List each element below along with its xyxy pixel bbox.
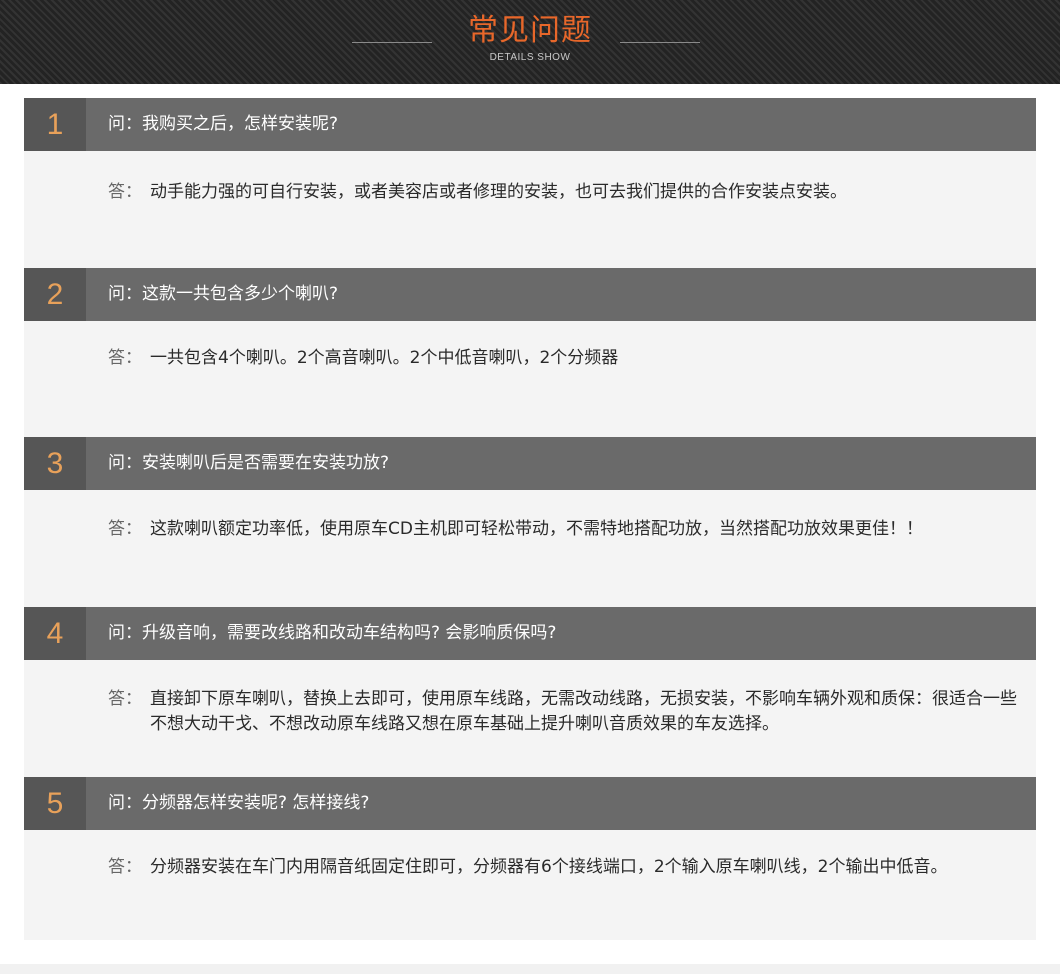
- header-divider-right: [620, 42, 700, 43]
- question-number: 2: [24, 268, 86, 321]
- answer-text: 这款喇叭额定功率低，使用原车CD主机即可轻松带动，不需特地搭配功放，当然搭配功放…: [150, 519, 923, 539]
- page-title: 常见问题: [468, 13, 592, 48]
- question-number: 4: [24, 607, 86, 660]
- question-text: 问：我购买之后，怎样安装呢?: [108, 114, 339, 134]
- question-bar: 4 问：升级音响，需要改线路和改动车结构吗? 会影响质保吗?: [24, 607, 1036, 660]
- question-bar: 1 问：我购买之后，怎样安装呢?: [24, 98, 1036, 151]
- answer-prefix: 答：: [108, 689, 142, 709]
- faq-panel: 1 问：我购买之后，怎样安装呢? 答： 动手能力强的可自行安装，或者美容店或者修…: [24, 98, 1036, 940]
- answer-prefix: 答：: [108, 857, 142, 877]
- answer-prefix: 答：: [108, 519, 142, 539]
- bottom-divider: [0, 964, 1060, 974]
- question-number: 5: [24, 777, 86, 830]
- page-subtitle: DETAILS SHOW: [489, 52, 571, 63]
- answer-text: 直接卸下原车喇叭，替换上去即可，使用原车线路，无需改动线路，无损安装，不影响车辆…: [150, 689, 1017, 734]
- answer-prefix: 答：: [108, 348, 142, 368]
- faq-header: 常见问题 DETAILS SHOW: [0, 0, 1060, 84]
- question-number: 3: [24, 437, 86, 490]
- question-text: 问：这款一共包含多少个喇叭?: [108, 284, 339, 304]
- answer-text: 分频器安装在车门内用隔音纸固定住即可，分频器有6个接线端口，2个输入原车喇叭线，…: [150, 857, 948, 877]
- question-text: 问：升级音响，需要改线路和改动车结构吗? 会影响质保吗?: [108, 623, 557, 643]
- question-text: 问：分频器怎样安装呢? 怎样接线?: [108, 793, 370, 813]
- question-bar: 2 问：这款一共包含多少个喇叭?: [24, 268, 1036, 321]
- question-text: 问：安装喇叭后是否需要在安装功放?: [108, 453, 390, 473]
- answer-text: 动手能力强的可自行安装，或者美容店或者修理的安装，也可去我们提供的合作安装点安装…: [150, 182, 847, 202]
- question-number: 1: [24, 98, 86, 151]
- answer-text: 一共包含4个喇叭。2个高音喇叭。2个中低音喇叭，2个分频器: [150, 348, 619, 368]
- question-bar: 5 问：分频器怎样安装呢? 怎样接线?: [24, 777, 1036, 830]
- answer-prefix: 答：: [108, 182, 142, 202]
- question-bar: 3 问：安装喇叭后是否需要在安装功放?: [24, 437, 1036, 490]
